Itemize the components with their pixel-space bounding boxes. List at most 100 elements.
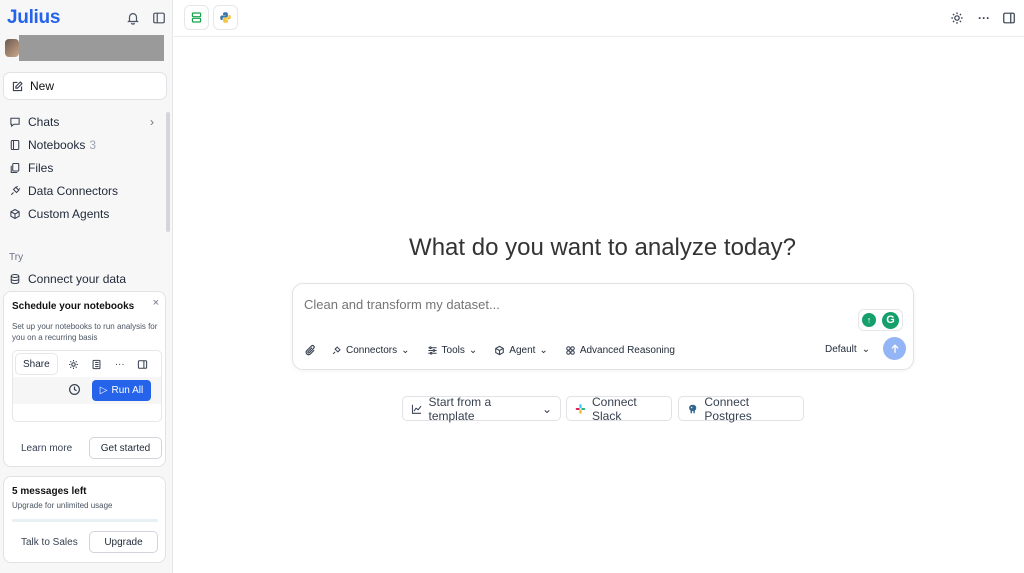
- brand-logo[interactable]: Julius: [7, 7, 60, 29]
- more-options-icon[interactable]: ···: [976, 10, 992, 26]
- sidebar-scrollbar[interactable]: [166, 112, 170, 232]
- get-started-button[interactable]: Get started: [89, 437, 162, 459]
- start-from-template-button[interactable]: Start from a template ⌄: [402, 394, 561, 423]
- cube-icon: [495, 345, 505, 355]
- avatar: [5, 39, 19, 57]
- chevron-down-icon: ⌄: [401, 344, 410, 356]
- sidebar-item-notebooks[interactable]: Notebooks 3: [0, 133, 166, 156]
- database-icon: [10, 273, 20, 285]
- messages-left-card: 5 messages left Upgrade for unlimited us…: [3, 476, 166, 563]
- plug-icon: [332, 345, 341, 354]
- start-from-template-label: Start from a template: [428, 394, 492, 423]
- top-bar: ···: [174, 0, 1024, 37]
- settings-gear-icon[interactable]: [949, 10, 965, 26]
- chevron-down-icon: ⌄: [539, 344, 548, 356]
- connectors-label: Connectors: [346, 344, 398, 356]
- more-icon[interactable]: ···: [113, 357, 127, 371]
- slack-icon: [575, 403, 586, 414]
- prompt-input[interactable]: [304, 297, 844, 312]
- talk-to-sales-link[interactable]: Talk to Sales: [21, 537, 78, 548]
- new-button[interactable]: New: [3, 72, 167, 100]
- sidebar-item-label: Notebooks: [28, 137, 86, 152]
- try-section-label: Try: [9, 252, 24, 263]
- sidebar-item-label: Custom Agents: [28, 206, 110, 221]
- connect-postgres-button[interactable]: Connect Postgres: [678, 395, 804, 423]
- notebook-count: 3: [89, 137, 97, 152]
- clock-icon[interactable]: [68, 383, 81, 401]
- connect-slack-label: Connect Slack: [592, 394, 637, 423]
- usage-progress-bar: [12, 519, 158, 522]
- notebook-toolbar-preview: Share ··· ▷ Run All: [12, 350, 162, 422]
- send-button[interactable]: [883, 337, 906, 360]
- learn-more-link[interactable]: Learn more: [21, 443, 72, 454]
- advanced-reasoning-toggle[interactable]: Advanced Reasoning: [565, 345, 675, 356]
- plug-icon: [10, 185, 21, 195]
- edit-icon: [12, 80, 23, 91]
- schedule-card-description: Set up your notebooks to run analysis fo…: [12, 322, 158, 342]
- share-button[interactable]: Share: [15, 353, 58, 375]
- close-icon[interactable]: ×: [153, 297, 159, 309]
- notebook-icon: [10, 139, 20, 150]
- gear-icon[interactable]: [67, 357, 81, 371]
- advanced-reasoning-label: Advanced Reasoning: [579, 344, 675, 356]
- messages-left-subtitle: Upgrade for unlimited usage: [12, 501, 113, 510]
- grammarly-suggestion-icon[interactable]: ↑: [862, 313, 876, 327]
- chevron-down-icon: ⌄: [468, 344, 478, 356]
- schedule-card-title: Schedule your notebooks: [12, 301, 135, 312]
- sidebar-item-label: Data Connectors: [28, 183, 119, 198]
- connect-slack-button[interactable]: Connect Slack: [566, 394, 672, 423]
- notebook-icon[interactable]: [90, 357, 104, 371]
- composer-toolbar: Connectors ⌄ Tools ⌄ Agent ⌄ Advanced Re…: [304, 342, 675, 358]
- messages-left-title: 5 messages left: [12, 486, 87, 497]
- sidebar-item-label: Files: [28, 160, 54, 175]
- chat-icon: [10, 117, 20, 127]
- play-icon: ▷: [99, 385, 108, 396]
- right-panel-toggle-icon[interactable]: [1001, 10, 1017, 26]
- sidebar-item-chats[interactable]: Chats ›: [0, 110, 166, 133]
- grammarly-logo-icon[interactable]: G: [882, 311, 899, 329]
- page-headline: What do you want to analyze today?: [409, 234, 796, 261]
- sidebar-nav: Chats › Notebooks 3 Files Data Connector…: [0, 110, 166, 225]
- python-icon: [220, 12, 231, 23]
- rows-view-button[interactable]: [184, 5, 209, 30]
- chevron-down-icon: ⌄: [861, 344, 871, 355]
- user-profile[interactable]: [5, 35, 164, 61]
- model-dropdown[interactable]: Default ⌄: [825, 344, 870, 355]
- sidebar-item-data-connectors[interactable]: Data Connectors: [0, 179, 166, 202]
- sidebar-item-custom-agents[interactable]: Custom Agents: [0, 202, 166, 225]
- paperclip-icon: [305, 344, 315, 355]
- sidebar-item-label: Chats: [28, 114, 60, 129]
- schedule-notebooks-card: Schedule your notebooks × Set up your no…: [3, 291, 166, 467]
- sidebar-item-files[interactable]: Files: [0, 156, 166, 179]
- run-all-button[interactable]: ▷ Run All: [92, 380, 151, 401]
- tools-label: Tools: [441, 344, 465, 356]
- connectors-dropdown[interactable]: Connectors ⌄: [331, 345, 410, 356]
- sidebar-toggle-icon[interactable]: [151, 10, 167, 26]
- sidebar: Julius New Chats › Notebooks 3 Files Dat…: [0, 0, 173, 573]
- grammarly-widget[interactable]: ↑ G: [858, 309, 903, 331]
- prompt-composer: ↑ G Connectors ⌄ Tools ⌄ Agent ⌄ Advance…: [292, 283, 914, 370]
- python-button[interactable]: [213, 5, 238, 30]
- agent-dropdown[interactable]: Agent ⌄: [494, 345, 548, 356]
- rows-icon: [191, 12, 202, 23]
- chevron-right-icon[interactable]: ›: [150, 115, 154, 129]
- agent-label: Agent: [509, 344, 536, 356]
- tools-dropdown[interactable]: Tools ⌄: [427, 344, 478, 356]
- try-item-connect-data[interactable]: Connect your data: [9, 271, 126, 287]
- bell-icon[interactable]: [125, 10, 141, 26]
- attach-button[interactable]: [304, 344, 317, 357]
- reasoning-icon: [566, 345, 575, 355]
- model-label: Default: [825, 344, 857, 355]
- sidebar-top-icons: [125, 10, 167, 26]
- try-item-label: Connect your data: [28, 272, 127, 286]
- arrow-up-icon: [891, 343, 898, 353]
- redacted-user-name: [19, 35, 164, 61]
- postgres-icon: [689, 404, 697, 413]
- panel-icon[interactable]: [136, 357, 150, 371]
- files-icon: [10, 162, 20, 173]
- sliders-icon: [427, 345, 437, 355]
- upgrade-button[interactable]: Upgrade: [89, 531, 158, 553]
- new-label: New: [30, 79, 55, 93]
- run-all-label: Run All: [111, 385, 144, 396]
- cube-icon: [10, 208, 20, 219]
